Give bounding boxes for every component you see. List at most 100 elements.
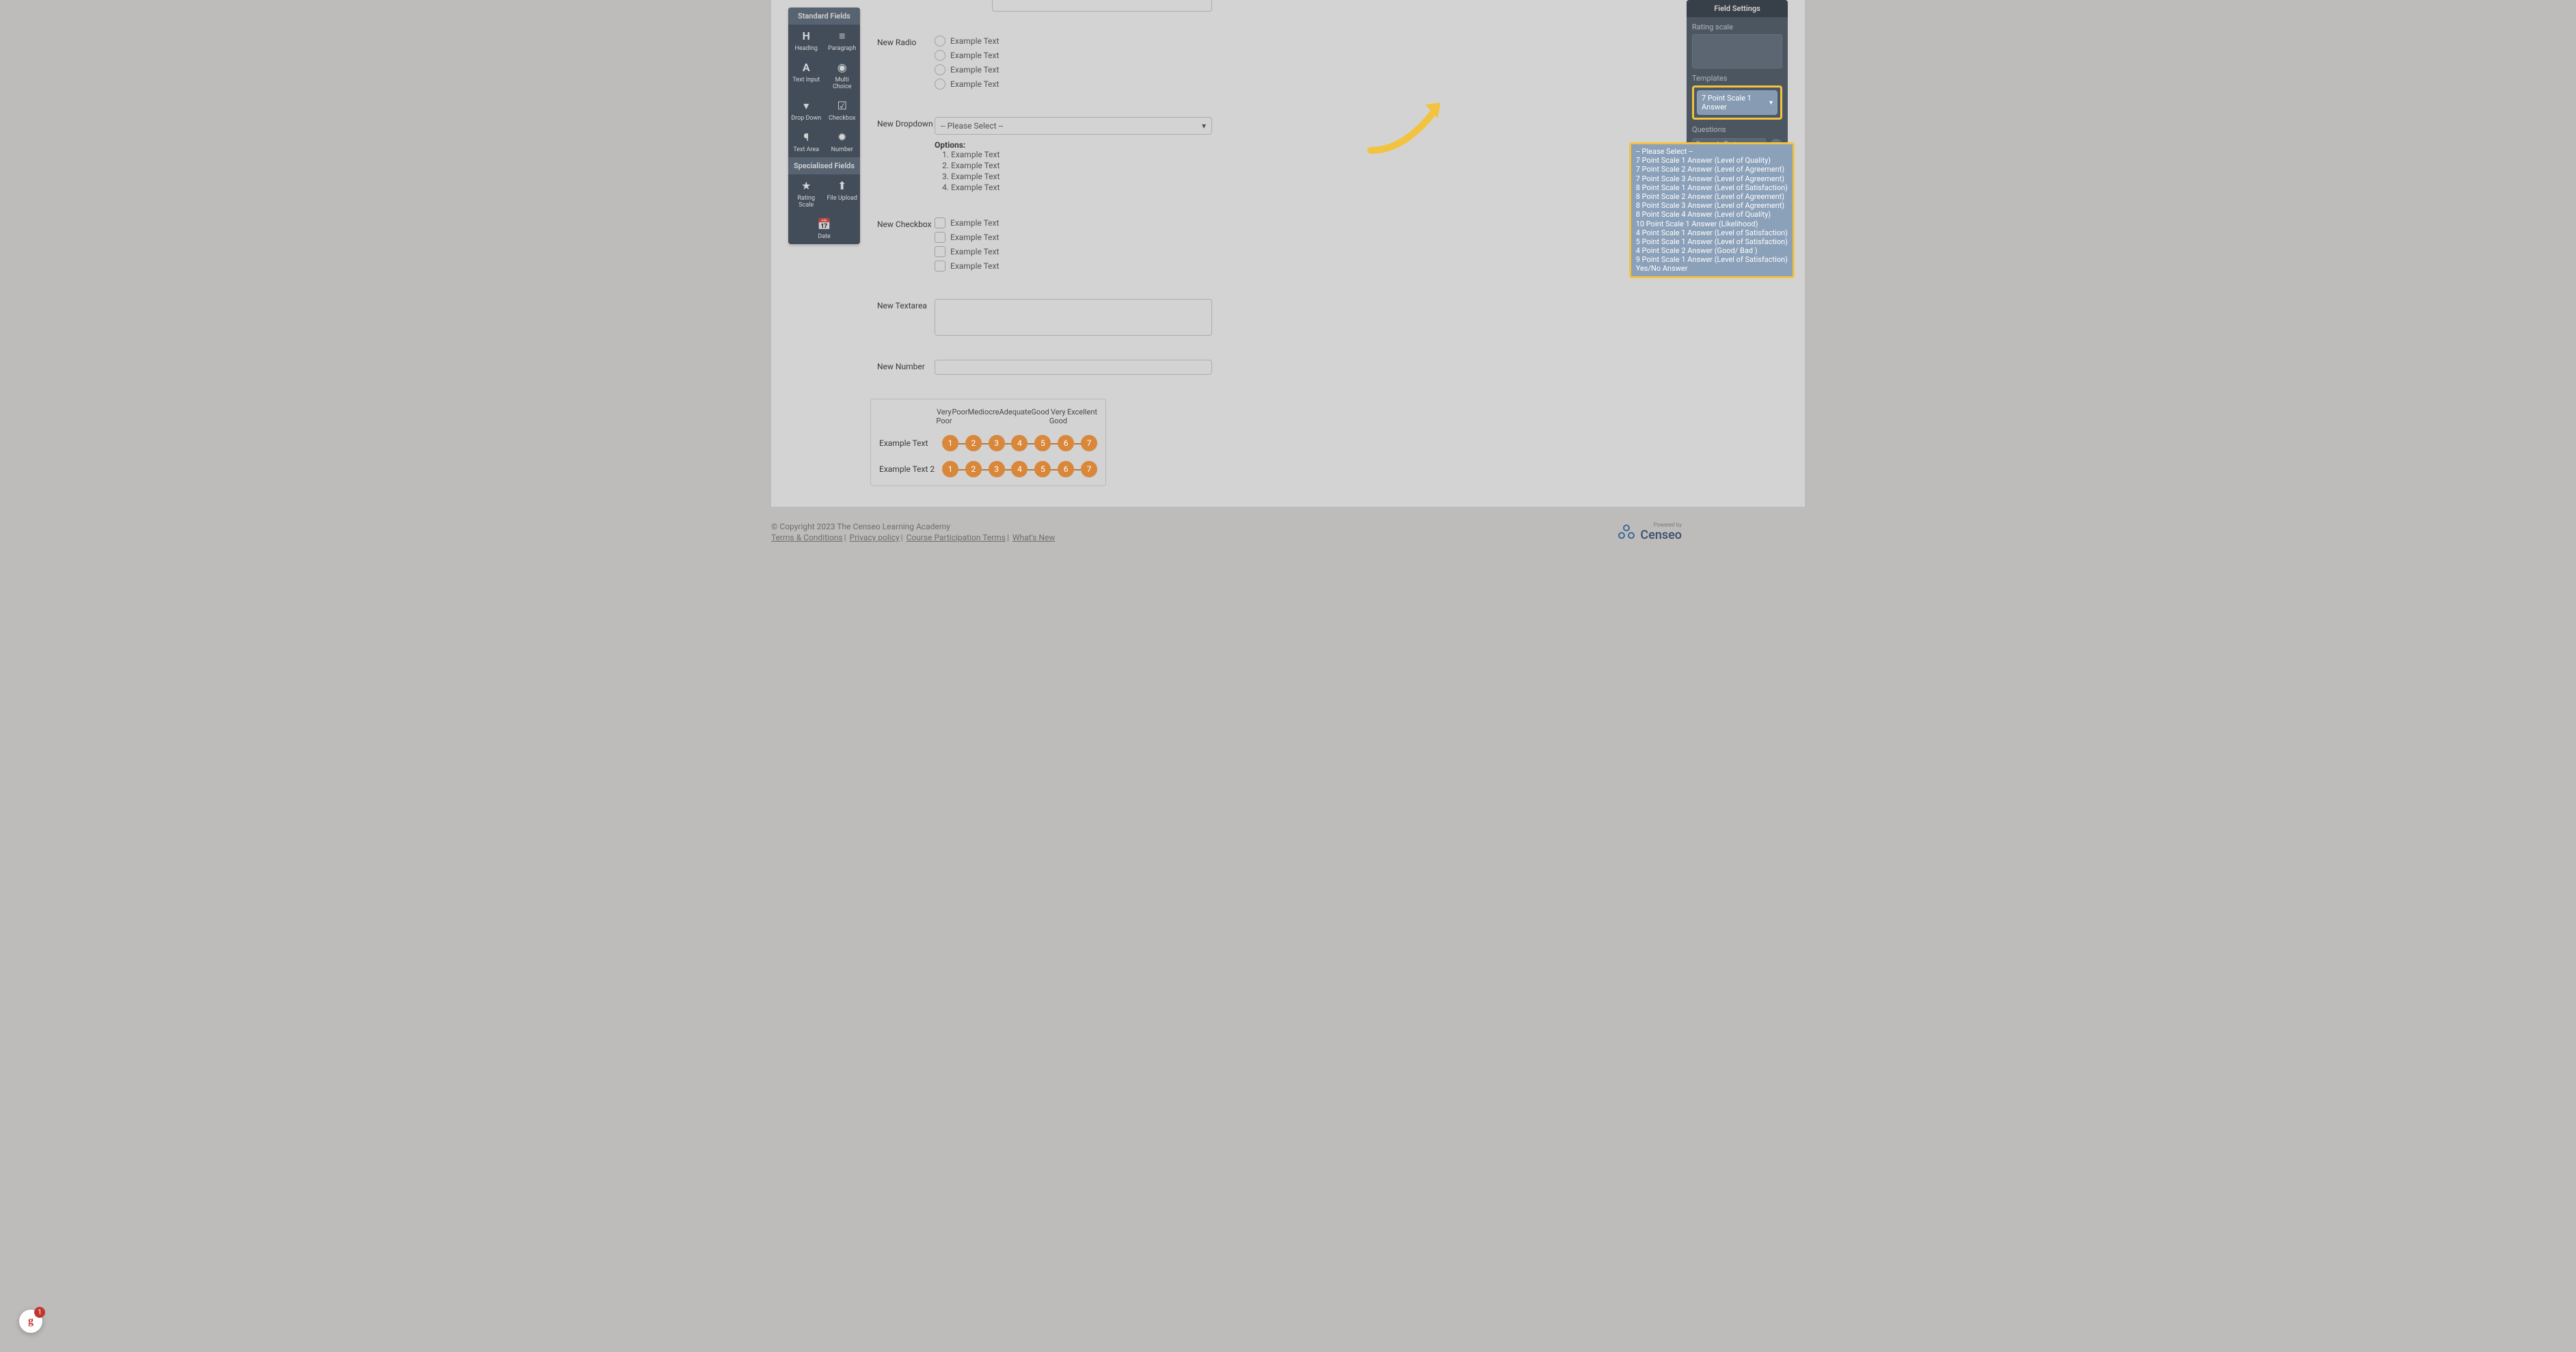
text-input-icon: A bbox=[790, 62, 823, 74]
field-multichoice[interactable]: ◉Multi Choice bbox=[824, 56, 861, 94]
checkbox-icon bbox=[935, 217, 945, 228]
heading-icon: H bbox=[790, 30, 823, 42]
checkbox-option[interactable]: Example Text bbox=[935, 246, 1212, 257]
template-option[interactable]: 10 Point Scale 1 Answer (Likelihood) bbox=[1635, 220, 1788, 228]
template-option[interactable]: 7 Point Scale 3 Answer (Level of Agreeme… bbox=[1635, 174, 1788, 183]
dropdown-option: Example Text bbox=[951, 183, 1212, 192]
field-dropdown[interactable]: ▾Drop Down bbox=[788, 94, 824, 126]
radio-option[interactable]: Example Text bbox=[935, 79, 1212, 90]
top-placeholder-input[interactable] bbox=[992, 0, 1212, 12]
template-option[interactable]: 9 Point Scale 1 Answer (Level of Satisfa… bbox=[1635, 255, 1788, 264]
rating-point[interactable]: 4 bbox=[1011, 435, 1028, 451]
rating-point[interactable]: 3 bbox=[989, 435, 1005, 451]
field-paragraph[interactable]: ≡Paragraph bbox=[824, 25, 861, 56]
template-dropdown-list[interactable]: -- Please Select -- 7 Point Scale 1 Answ… bbox=[1629, 142, 1795, 278]
checkbox-icon bbox=[935, 232, 945, 243]
field-date[interactable]: 📅Date bbox=[788, 213, 860, 244]
form-builder-card: Standard Fields HHeading ≡Paragraph ATex… bbox=[771, 0, 1805, 507]
number-icon: ✹ bbox=[826, 131, 859, 144]
chevron-down-icon: ▾ bbox=[1769, 99, 1773, 107]
rating-scale-preview: Very Poor Poor Mediocre Adequate Good Ve… bbox=[870, 399, 1106, 486]
template-option[interactable]: 8 Point Scale 1 Answer (Level of Satisfa… bbox=[1635, 183, 1788, 192]
field-textarea[interactable]: ¶Text Area bbox=[788, 126, 824, 157]
star-icon: ★ bbox=[790, 180, 823, 192]
radio-option[interactable]: Example Text bbox=[935, 36, 1212, 47]
rating-point[interactable]: 6 bbox=[1058, 461, 1074, 477]
questions-setting-label: Questions bbox=[1692, 125, 1782, 134]
number-label: New Number bbox=[877, 360, 935, 371]
radio-option[interactable]: Example Text bbox=[935, 64, 1212, 75]
dropdown-option: Example Text bbox=[951, 150, 1212, 159]
specialised-fields-header: Specialised Fields bbox=[788, 157, 860, 174]
field-checkbox[interactable]: ☑Checkbox bbox=[824, 94, 861, 126]
textarea-label: New Textarea bbox=[877, 299, 935, 310]
template-select[interactable]: 7 Point Scale 1 Answer ▾ bbox=[1697, 90, 1777, 115]
textarea-input[interactable] bbox=[935, 299, 1212, 336]
template-option[interactable]: 4 Point Scale 2 Answer (Good/ Bad ) bbox=[1635, 246, 1788, 255]
template-option[interactable]: -- Please Select -- bbox=[1635, 147, 1788, 156]
template-option[interactable]: Yes/No Answer bbox=[1635, 264, 1788, 273]
rating-header: Adequate bbox=[999, 408, 1031, 425]
checkbox-icon bbox=[935, 246, 945, 257]
checkbox-label: New Checkbox bbox=[877, 217, 935, 229]
rating-point[interactable]: 3 bbox=[989, 461, 1005, 477]
radio-option[interactable]: Example Text bbox=[935, 50, 1212, 61]
template-option[interactable]: 4 Point Scale 1 Answer (Level of Satisfa… bbox=[1635, 228, 1788, 237]
field-file-upload[interactable]: ⬆File Upload bbox=[824, 174, 861, 213]
checkbox-option[interactable]: Example Text bbox=[935, 217, 1212, 228]
dropdown-option: Example Text bbox=[951, 161, 1212, 170]
field-settings-title: Field Settings bbox=[1687, 0, 1788, 17]
rating-point[interactable]: 2 bbox=[965, 435, 982, 451]
copyright-text: © Copyright 2023 The Censeo Learning Aca… bbox=[771, 522, 1055, 531]
footer-link-participation[interactable]: Course Participation Terms bbox=[907, 533, 1006, 542]
chat-widget[interactable]: g 1 bbox=[19, 1310, 42, 1333]
template-option[interactable]: 8 Point Scale 3 Answer (Level of Agreeme… bbox=[1635, 201, 1788, 210]
radio-label: New Radio bbox=[877, 36, 935, 47]
rating-point[interactable]: 6 bbox=[1058, 435, 1074, 451]
template-option[interactable]: 5 Point Scale 1 Answer (Level of Satisfa… bbox=[1635, 237, 1788, 246]
templates-setting-label: Templates bbox=[1692, 74, 1782, 83]
field-heading[interactable]: HHeading bbox=[788, 25, 824, 56]
brand-name: Censeo bbox=[1640, 528, 1682, 542]
template-option[interactable]: 7 Point Scale 2 Answer (Level of Agreeme… bbox=[1635, 165, 1788, 174]
footer-link-whatsnew[interactable]: What's New bbox=[1012, 533, 1055, 542]
field-number[interactable]: ✹Number bbox=[824, 126, 861, 157]
rating-point[interactable]: 5 bbox=[1034, 435, 1051, 451]
checkbox-option[interactable]: Example Text bbox=[935, 232, 1212, 243]
rating-point[interactable]: 5 bbox=[1034, 461, 1051, 477]
censeo-logo-icon bbox=[1617, 522, 1636, 542]
rating-scale-setting-input[interactable] bbox=[1692, 34, 1782, 68]
chevron-down-icon: ▾ bbox=[1202, 121, 1206, 131]
chat-widget-letter: g bbox=[28, 1315, 33, 1327]
dropdown-input[interactable]: -- Please Select --▾ bbox=[935, 117, 1212, 135]
footer-link-terms[interactable]: Terms & Conditions bbox=[771, 533, 843, 542]
field-text-input[interactable]: AText Input bbox=[788, 56, 824, 94]
checkbox-icon: ☑ bbox=[826, 100, 859, 112]
template-option[interactable]: 7 Point Scale 1 Answer (Level of Quality… bbox=[1635, 156, 1788, 165]
template-option[interactable]: 8 Point Scale 4 Answer (Level of Quality… bbox=[1635, 210, 1788, 219]
rating-point[interactable]: 1 bbox=[942, 461, 958, 477]
upload-icon: ⬆ bbox=[826, 180, 859, 192]
calendar-icon: 📅 bbox=[790, 218, 859, 230]
pilcrow-icon: ¶ bbox=[790, 131, 823, 144]
rating-point[interactable]: 7 bbox=[1081, 435, 1097, 451]
radio-icon bbox=[935, 79, 945, 90]
dropdown-option: Example Text bbox=[951, 172, 1212, 181]
rating-point[interactable]: 4 bbox=[1011, 461, 1028, 477]
footer-link-privacy[interactable]: Privacy policy bbox=[850, 533, 900, 542]
checkbox-icon bbox=[935, 261, 945, 271]
chat-badge: 1 bbox=[34, 1307, 45, 1318]
rating-point[interactable]: 2 bbox=[965, 461, 982, 477]
rating-header: Very Good bbox=[1049, 408, 1067, 425]
rating-point[interactable]: 7 bbox=[1081, 461, 1097, 477]
powered-by-text: Powered by bbox=[1640, 522, 1682, 528]
template-option[interactable]: 8 Point Scale 2 Answer (Level of Agreeme… bbox=[1635, 192, 1788, 201]
number-input[interactable] bbox=[935, 360, 1212, 375]
template-select-highlight: 7 Point Scale 1 Answer ▾ bbox=[1692, 85, 1782, 120]
field-rating-scale[interactable]: ★Rating Scale bbox=[788, 174, 824, 213]
checkbox-option[interactable]: Example Text bbox=[935, 261, 1212, 271]
rating-header: Poor bbox=[952, 408, 968, 425]
rating-point[interactable]: 1 bbox=[942, 435, 958, 451]
options-heading: Options: bbox=[935, 140, 1212, 150]
fields-palette: Standard Fields HHeading ≡Paragraph ATex… bbox=[788, 8, 860, 244]
